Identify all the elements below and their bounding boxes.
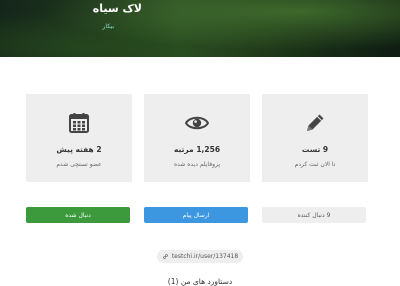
link-icon	[162, 254, 168, 259]
stat-label: پروفایلم دیده شده	[174, 161, 220, 168]
profile-link[interactable]: testchi.ir/user/137418	[157, 250, 243, 263]
stat-value: 2 هفته پیش	[56, 145, 102, 154]
stat-label: عضو تستچی شدم	[56, 161, 102, 168]
followers-count-button[interactable]: 9 دنبال کننده	[262, 207, 366, 223]
stat-value: 9 تست	[301, 145, 329, 154]
profile-status: بیکار	[102, 23, 114, 30]
profile-cover: لاک سیاه بیکار	[0, 0, 400, 57]
stat-value: 1,256 مرتبه	[173, 145, 221, 154]
send-message-button[interactable]: ارسال پیام	[144, 207, 248, 223]
achievements-title: دستاورد های من (1)	[167, 277, 233, 286]
stat-card-joined: 2 هفته پیش عضو تستچی شدم	[26, 94, 132, 182]
eye-icon	[185, 116, 209, 130]
calendar-icon	[69, 113, 89, 133]
pencil-icon	[307, 114, 324, 131]
follow-button[interactable]: دنبال شده	[26, 207, 130, 223]
stat-card-views: 1,256 مرتبه پروفایلم دیده شده	[144, 94, 250, 182]
stat-label: تا الان ثبت کردم	[294, 161, 336, 168]
profile-name: لاک سیاه	[92, 2, 142, 15]
stat-card-tests: 9 تست تا الان ثبت کردم	[262, 94, 368, 182]
profile-link-text: testchi.ir/user/137418	[171, 253, 239, 260]
